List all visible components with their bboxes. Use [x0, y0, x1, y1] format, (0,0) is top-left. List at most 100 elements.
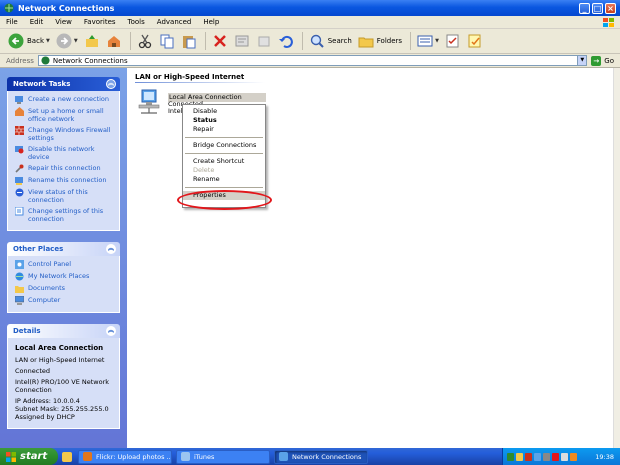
task-home-network[interactable]: Set up a home or small office network	[15, 107, 115, 123]
toolbar-separator	[301, 32, 303, 50]
task-label: Rename this connection	[28, 176, 107, 184]
place-control-panel[interactable]: Control Panel	[15, 260, 115, 269]
menu-bar: File Edit View Favorites Tools Advanced …	[0, 16, 620, 29]
ctx-rename[interactable]: Rename	[183, 175, 265, 184]
tray-icon[interactable]	[525, 452, 532, 461]
ctx-disable[interactable]: Disable	[183, 107, 265, 116]
tray-icon[interactable]	[516, 452, 523, 461]
network-tasks-panel: Network Tasks ︽ Create a new connection …	[7, 77, 120, 231]
properties-toolbar-button[interactable]	[232, 31, 252, 51]
details-header[interactable]: Details ︽	[7, 324, 120, 338]
quick-launch	[62, 451, 74, 462]
collapse-chevron-icon[interactable]: ︽	[106, 79, 116, 89]
close-button[interactable]: ×	[605, 2, 616, 14]
minimize-button[interactable]: _	[579, 2, 590, 14]
task-change-settings[interactable]: Change settings of this connection	[15, 207, 115, 223]
task-label: Repair this connection	[28, 164, 101, 172]
task-label: View status of this connection	[28, 188, 88, 204]
ctx-create-shortcut[interactable]: Create Shortcut	[183, 157, 265, 166]
forward-button[interactable]: ▼	[54, 31, 80, 51]
views-button[interactable]: ▼	[415, 31, 441, 51]
search-icon	[310, 34, 324, 48]
task-view-status[interactable]: View status of this connection	[15, 188, 115, 204]
details-subnet: Subnet Mask: 255.255.255.0	[15, 405, 109, 413]
tray-icon[interactable]	[534, 452, 541, 461]
place-label: Documents	[28, 284, 66, 292]
place-my-network-places[interactable]: My Network Places	[15, 272, 115, 281]
window-title: Network Connections	[18, 3, 115, 13]
paste-button[interactable]	[179, 31, 199, 51]
firewall-icon	[15, 126, 24, 135]
back-arrow-icon	[8, 33, 24, 49]
menu-help[interactable]: Help	[197, 18, 225, 26]
menu-advanced[interactable]: Advanced	[151, 18, 198, 26]
task-create-connection[interactable]: Create a new connection	[15, 95, 115, 104]
taskbar-label: iTunes	[194, 452, 215, 461]
details-body: Local Area Connection LAN or High-Speed …	[7, 338, 120, 429]
network-tasks-title: Network Tasks	[13, 80, 71, 88]
start-button[interactable]: start	[0, 448, 58, 465]
other-places-panel: Other Places ︽ Control Panel My Network …	[7, 242, 120, 313]
menu-file[interactable]: File	[0, 18, 24, 26]
search-label: Search	[327, 37, 352, 45]
undo-button[interactable]	[276, 31, 296, 51]
move-button[interactable]	[254, 31, 274, 51]
place-computer[interactable]: Computer	[15, 296, 115, 305]
delete-button[interactable]	[210, 31, 230, 51]
task-firewall[interactable]: Change Windows Firewall settings	[15, 126, 115, 142]
taskbar-network-connections-button[interactable]: Network Connections	[274, 449, 368, 464]
tray-icon[interactable]	[561, 452, 568, 461]
taskbar-itunes-button[interactable]: iTunes	[176, 449, 270, 464]
vertical-scrollbar[interactable]	[613, 68, 620, 448]
chevron-down-icon[interactable]: ▼	[435, 38, 439, 44]
paste-icon	[182, 36, 196, 49]
collapse-chevron-icon[interactable]: ︽	[106, 244, 116, 254]
tray-icon[interactable]	[507, 452, 514, 461]
address-input[interactable]: Network Connections	[37, 55, 579, 66]
other-places-header[interactable]: Other Places ︽	[7, 242, 120, 256]
tray-icon[interactable]	[543, 452, 550, 461]
tray-icon[interactable]	[570, 452, 577, 461]
up-folder-button[interactable]	[82, 31, 102, 51]
place-label: Control Panel	[28, 260, 72, 268]
ctx-status[interactable]: Status	[183, 116, 265, 125]
taskbar-label: Network Connections	[292, 452, 362, 461]
itunes-icon	[181, 452, 190, 461]
folders-label: Folders	[376, 37, 403, 45]
checklist-button[interactable]	[443, 31, 463, 51]
taskbar-flickr-button[interactable]: Flickr: Upload photos ...	[78, 449, 172, 464]
maximize-button[interactable]: □	[592, 2, 603, 14]
task-rename-connection[interactable]: Rename this connection	[15, 176, 115, 185]
menu-separator	[185, 153, 263, 154]
tray-icon[interactable]	[552, 452, 559, 461]
details-type: LAN or High-Speed Internet	[15, 356, 105, 364]
task-repair-connection[interactable]: Repair this connection	[15, 164, 115, 173]
ctx-repair[interactable]: Repair	[183, 125, 265, 134]
chevron-down-icon[interactable]: ▼	[74, 38, 78, 44]
home-button[interactable]	[104, 31, 124, 51]
copy-button[interactable]	[157, 31, 177, 51]
ctx-bridge-connections[interactable]: Bridge Connections	[183, 141, 265, 150]
back-button[interactable]: Back ▼	[6, 31, 52, 51]
search-button[interactable]: Search	[307, 31, 354, 51]
chevron-down-icon[interactable]: ▼	[46, 38, 50, 44]
menu-favorites[interactable]: Favorites	[78, 18, 122, 26]
cut-button[interactable]	[135, 31, 155, 51]
lan-connection-icon[interactable]	[135, 89, 163, 115]
menu-tools[interactable]: Tools	[122, 18, 151, 26]
address-value: Network Connections	[52, 56, 128, 65]
quick-launch-folder-icon[interactable]	[62, 451, 72, 462]
menu-edit[interactable]: Edit	[24, 18, 50, 26]
go-button[interactable]: → Go	[591, 55, 614, 66]
place-label: My Network Places	[28, 272, 90, 280]
menu-view[interactable]: View	[49, 18, 78, 26]
home-icon	[107, 36, 120, 47]
ctx-delete: Delete	[193, 166, 215, 174]
folders-button[interactable]: Folders	[356, 31, 404, 51]
task-disable-device[interactable]: Disable this network device	[15, 145, 115, 161]
collapse-chevron-icon[interactable]: ︽	[106, 326, 116, 336]
address-dropdown-button[interactable]: ▼	[578, 55, 588, 66]
notes-button[interactable]	[465, 31, 485, 51]
network-tasks-header[interactable]: Network Tasks ︽	[7, 77, 120, 91]
place-documents[interactable]: Documents	[15, 284, 115, 293]
